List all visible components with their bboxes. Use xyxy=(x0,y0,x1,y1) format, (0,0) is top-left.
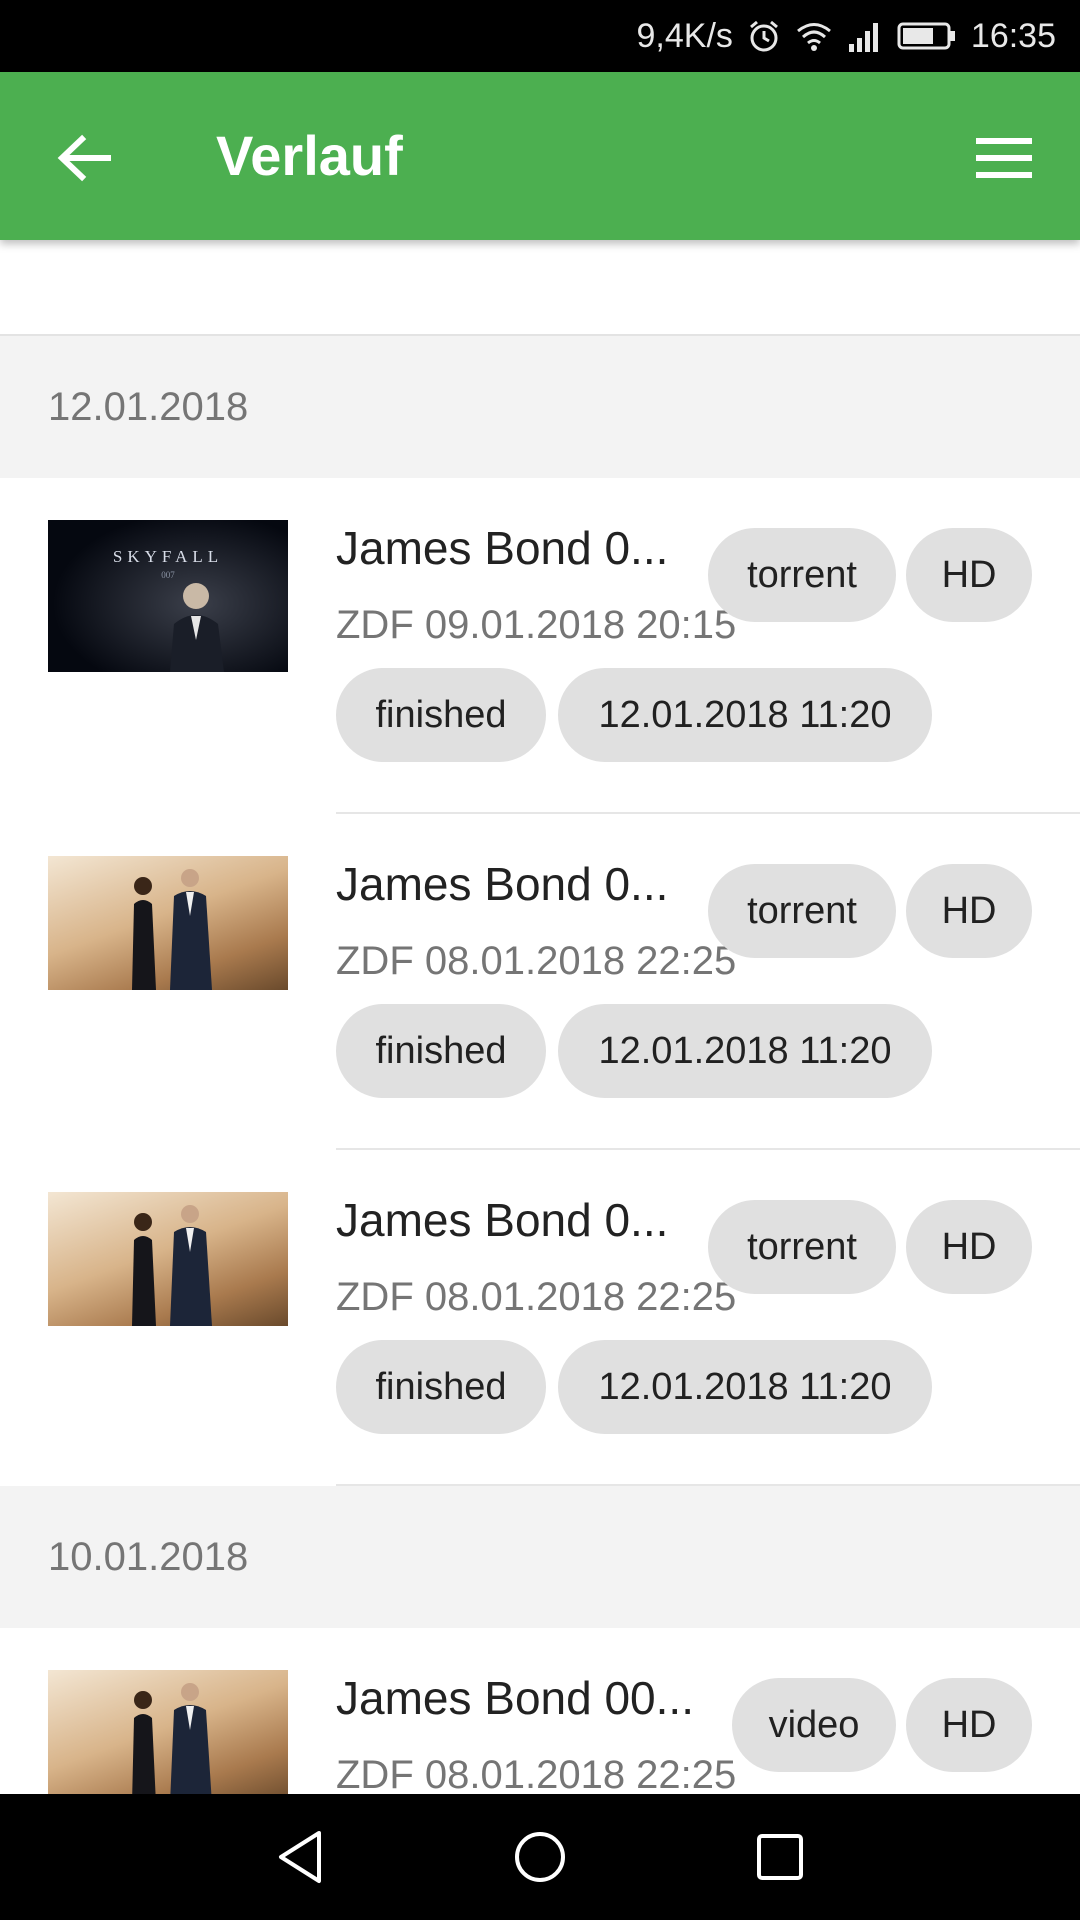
section-header-date: 12.01.2018 xyxy=(0,336,1080,478)
menu-button[interactable] xyxy=(964,122,1044,194)
chip-source[interactable]: torrent xyxy=(708,528,896,622)
bond-poster-thumbnail xyxy=(48,856,288,990)
chip-quality[interactable]: HD xyxy=(906,864,1032,958)
chip-timestamp[interactable]: 12.01.2018 11:20 xyxy=(558,1340,932,1434)
item-subtitle: ZDF 08.01.2018 22:25 xyxy=(336,1753,737,1794)
item-title: James Bond 0... xyxy=(336,858,669,910)
back-triangle-icon xyxy=(279,1831,321,1883)
battery-icon xyxy=(897,21,957,51)
list-item[interactable]: SKYFALL 007 James Bond 0... ZDF 09.01.20… xyxy=(0,478,1080,814)
list-item[interactable]: James Bond 0... ZDF 08.01.2018 22:25 tor… xyxy=(0,814,1080,1150)
recents-square-icon xyxy=(757,1834,803,1880)
alarm-icon xyxy=(747,19,781,53)
back-button[interactable] xyxy=(48,122,120,194)
hamburger-menu-icon xyxy=(976,138,1032,178)
chip-quality[interactable]: HD xyxy=(906,1200,1032,1294)
bond-poster-thumbnail xyxy=(48,1670,288,1794)
wifi-icon xyxy=(795,20,833,52)
system-nav-bar xyxy=(0,1794,1080,1920)
list-item[interactable]: James Bond 00... ZDF 08.01.2018 22:25 vi… xyxy=(0,1628,1080,1794)
poster-title-text: SKYFALL xyxy=(113,547,223,566)
app-bar: Verlauf xyxy=(0,72,1080,240)
list-top-spacer xyxy=(0,240,1080,336)
item-subtitle: ZDF 09.01.2018 20:15 xyxy=(336,603,737,647)
chip-quality[interactable]: HD xyxy=(906,528,1032,622)
page-title: Verlauf xyxy=(216,124,403,187)
history-list[interactable]: 12.01.2018 SKYFALL 007 James Bond 0... Z… xyxy=(0,240,1080,1794)
status-bar: 9,4K/s 16:35 xyxy=(0,0,1080,72)
chip-status[interactable]: finished xyxy=(336,668,546,762)
svg-text:007: 007 xyxy=(161,570,175,580)
home-circle-icon xyxy=(515,1832,565,1882)
skyfall-thumbnail: SKYFALL 007 xyxy=(48,520,288,672)
chip-timestamp[interactable]: 12.01.2018 11:20 xyxy=(558,1004,932,1098)
chip-source[interactable]: torrent xyxy=(708,1200,896,1294)
item-title: James Bond 0... xyxy=(336,522,669,574)
bond-poster-thumbnail xyxy=(48,1192,288,1326)
net-speed: 9,4K/s xyxy=(636,16,733,55)
item-subtitle: ZDF 08.01.2018 22:25 xyxy=(336,1275,737,1319)
nav-recents-button[interactable] xyxy=(660,1794,900,1920)
chip-status[interactable]: finished xyxy=(336,1340,546,1434)
clock: 16:35 xyxy=(970,16,1056,55)
chip-status[interactable]: finished xyxy=(336,1004,546,1098)
chip-quality[interactable]: HD xyxy=(906,1678,1032,1772)
item-title: James Bond 00... xyxy=(336,1672,694,1724)
chip-source[interactable]: torrent xyxy=(708,864,896,958)
nav-home-button[interactable] xyxy=(420,1794,660,1920)
divider xyxy=(336,1484,1080,1486)
nav-back-button[interactable] xyxy=(180,1794,420,1920)
signal-icon xyxy=(847,20,883,52)
item-subtitle: ZDF 08.01.2018 22:25 xyxy=(336,939,737,983)
list-item[interactable]: James Bond 0... ZDF 08.01.2018 22:25 tor… xyxy=(0,1150,1080,1486)
chip-source[interactable]: video xyxy=(732,1678,896,1772)
item-title: James Bond 0... xyxy=(336,1194,669,1246)
arrow-left-icon xyxy=(57,134,111,182)
chip-timestamp[interactable]: 12.01.2018 11:20 xyxy=(558,668,932,762)
section-header-date: 10.01.2018 xyxy=(0,1486,1080,1628)
